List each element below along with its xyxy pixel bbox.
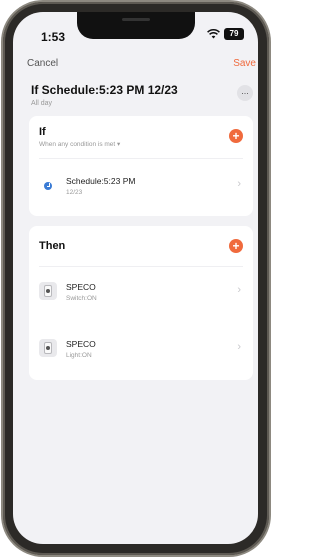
then-card: Then + SPECO Switch:ON › SPECO Light:ON … — [29, 226, 253, 380]
action-device-name: SPECO — [66, 282, 96, 292]
divider — [39, 266, 243, 267]
chevron-right-icon: › — [237, 284, 241, 296]
battery-icon: 79 — [224, 28, 244, 40]
divider — [39, 158, 243, 159]
then-header: Then — [39, 240, 243, 252]
cancel-button[interactable]: Cancel — [27, 58, 58, 69]
action-state: Light:ON — [66, 352, 92, 359]
nav-bar: Cancel Save — [13, 56, 258, 76]
status-time: 1:53 — [41, 30, 66, 44]
chevron-right-icon: › — [237, 178, 241, 190]
status-bar: 1:53 79 — [13, 12, 258, 46]
more-options-button[interactable]: ... — [237, 85, 253, 101]
page-title: If Schedule:5:23 PM 12/23 — [31, 83, 178, 97]
condition-row-schedule[interactable]: Schedule:5:23 PM 12/23 › — [29, 166, 253, 206]
if-header: If When any condition is met ▾ — [39, 126, 243, 148]
condition-mode-dropdown[interactable]: When any condition is met ▾ — [39, 140, 243, 148]
add-action-button[interactable]: + — [229, 239, 243, 253]
then-title: Then — [39, 240, 66, 252]
status-icons: 79 — [207, 28, 244, 40]
page-subtitle: All day — [31, 100, 53, 107]
action-row-switch[interactable]: SPECO Switch:ON › — [29, 271, 253, 311]
chevron-right-icon: › — [237, 341, 241, 353]
clock-icon — [44, 182, 52, 190]
wifi-icon — [207, 29, 220, 39]
app-screen: 1:53 79 Cancel Save If Schedule:5:23 PM … — [13, 12, 258, 544]
save-button[interactable]: Save — [233, 58, 256, 69]
condition-label: Schedule:5:23 PM — [66, 176, 136, 186]
condition-date: 12/23 — [66, 189, 83, 196]
if-card: If When any condition is met ▾ + Schedul… — [29, 116, 253, 216]
action-row-light[interactable]: SPECO Light:ON › — [29, 328, 253, 368]
if-title: If — [39, 126, 46, 138]
action-state: Switch:ON — [66, 295, 97, 302]
smart-plug-icon — [39, 282, 57, 300]
smart-plug-icon — [39, 339, 57, 357]
add-condition-button[interactable]: + — [229, 129, 243, 143]
action-device-name: SPECO — [66, 339, 96, 349]
